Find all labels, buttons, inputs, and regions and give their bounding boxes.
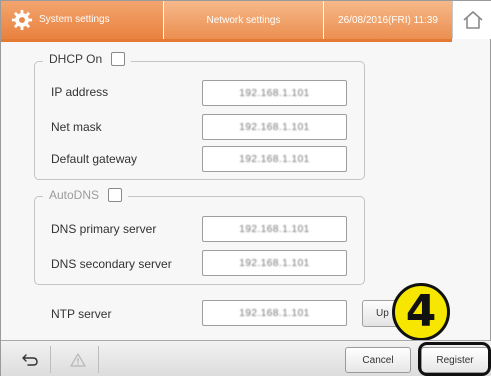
home-button[interactable] [452, 1, 491, 39]
cancel-label: Cancel [362, 354, 394, 366]
ip-address-value: 192.168.1.101 [239, 87, 310, 99]
warning-button[interactable] [57, 346, 99, 373]
net-mask-value: 192.168.1.101 [239, 121, 310, 133]
autodns-legend: AutoDNS [43, 188, 129, 202]
system-settings-tab[interactable]: System settings [1, 1, 164, 39]
autodns-checkbox[interactable] [108, 188, 123, 202]
page-title: Network settings [206, 14, 281, 26]
autodns-label: AutoDNS [49, 188, 100, 202]
page-title-area: Network settings [164, 1, 324, 39]
ntp-server-input[interactable]: 192.168.1.101 [202, 300, 347, 326]
back-button[interactable] [9, 346, 51, 373]
ip-address-label: IP address [51, 85, 109, 99]
cancel-button[interactable]: Cancel [345, 347, 411, 373]
net-mask-label: Net mask [51, 120, 102, 134]
datetime-area: 26/08/2016(FRI) 11:39 [324, 1, 452, 39]
default-gateway-value: 192.168.1.101 [239, 153, 310, 165]
header-underline [1, 39, 452, 42]
dhcp-legend: DHCP On [43, 52, 132, 66]
warning-icon [69, 352, 86, 367]
header-bar: System settings Network settings 26/08/2… [1, 1, 491, 41]
back-arrow-icon [21, 353, 38, 366]
default-gateway-label: Default gateway [51, 152, 138, 166]
screen: System settings Network settings 26/08/2… [0, 0, 491, 376]
register-highlight-outline [418, 342, 491, 376]
ntp-update-label: Up [376, 308, 389, 319]
step-callout: 4 [392, 283, 450, 341]
ip-address-input[interactable]: 192.168.1.101 [202, 80, 347, 106]
dns-secondary-value: 192.168.1.101 [239, 257, 310, 269]
gear-icon [11, 9, 33, 31]
default-gateway-input[interactable]: 192.168.1.101 [202, 146, 347, 172]
section-title: System settings [39, 14, 110, 25]
net-mask-input[interactable]: 192.168.1.101 [202, 114, 347, 140]
dhcp-label: DHCP On [49, 52, 103, 66]
dns-primary-value: 192.168.1.101 [239, 223, 310, 235]
dns-primary-input[interactable]: 192.168.1.101 [202, 216, 347, 242]
ntp-server-value: 192.168.1.101 [239, 307, 310, 319]
ntp-server-label: NTP server [51, 307, 112, 321]
home-icon [462, 11, 483, 29]
dns-secondary-input[interactable]: 192.168.1.101 [202, 250, 347, 276]
datetime-display: 26/08/2016(FRI) 11:39 [338, 14, 438, 26]
step-number: 4 [405, 286, 437, 337]
dns-secondary-label: DNS secondary server [51, 257, 172, 271]
dns-primary-label: DNS primary server [51, 222, 157, 236]
dhcp-checkbox[interactable] [111, 52, 126, 66]
